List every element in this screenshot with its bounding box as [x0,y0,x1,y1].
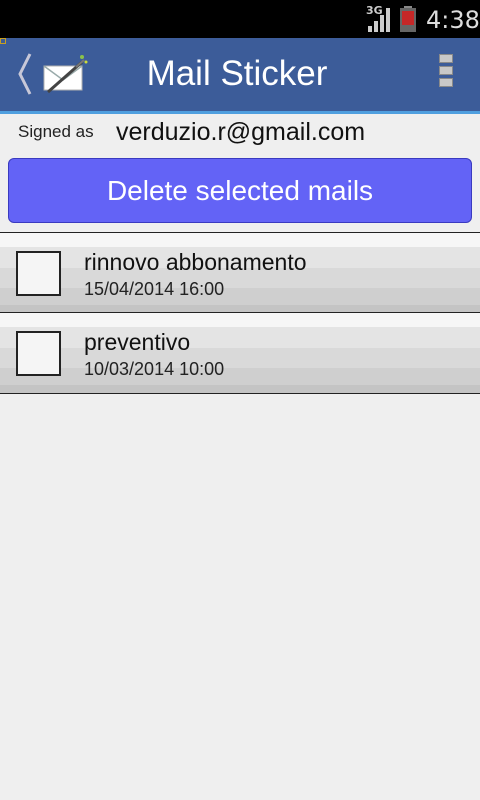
mail-subject: preventivo [84,329,191,355]
action-bar: Mail Sticker [0,38,480,114]
mail-subject: rinnovo abbonamento [84,249,307,275]
signal-icon [368,8,390,32]
mail-list: rinnovo abbonamento 15/04/2014 16:00 pre… [0,232,480,394]
mail-date: 15/04/2014 16:00 [84,279,225,299]
mail-checkbox[interactable] [16,251,61,296]
overflow-menu-icon[interactable] [436,54,456,94]
status-bar: 3G 4:38 [0,0,480,38]
clock: 4:38 [426,6,480,34]
battery-icon [400,6,416,32]
delete-selected-button[interactable]: Delete selected mails [8,158,472,223]
list-item[interactable]: preventivo 10/03/2014 10:00 [0,313,480,394]
corner-marker [0,38,6,44]
account-email: verduzio.r@gmail.com [116,118,366,146]
app-title: Mail Sticker [146,54,328,93]
list-item[interactable]: rinnovo abbonamento 15/04/2014 16:00 [0,232,480,313]
signed-as-label: Signed as [18,122,94,141]
mail-date: 10/03/2014 10:00 [84,359,225,379]
mail-checkbox[interactable] [16,331,61,376]
